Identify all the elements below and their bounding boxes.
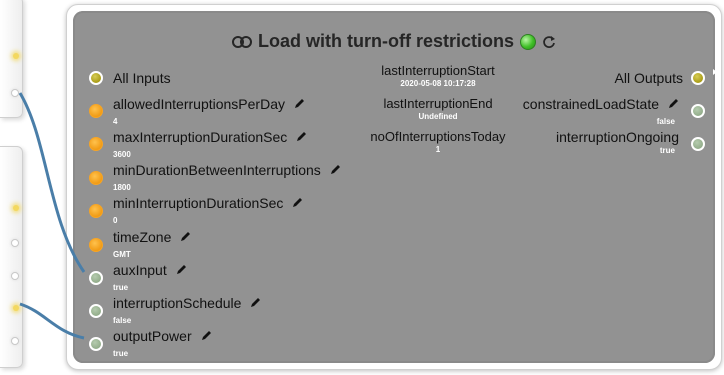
all-inputs-label: All Inputs [113,70,171,86]
attribute-value: Undefined [418,112,458,121]
pencil-icon[interactable] [329,164,341,176]
input-port[interactable] [89,171,103,185]
input-label: minDurationBetweenInterruptions [113,162,341,178]
pencil-icon[interactable] [200,330,212,342]
pencil-icon[interactable] [249,297,261,309]
input-port[interactable] [89,271,103,285]
output-name: interruptionOngoing [556,129,679,145]
output-name: constrainedLoadState [522,96,659,112]
input-value: 1800 [113,183,131,192]
background-port[interactable] [11,272,19,280]
background-port[interactable] [11,337,19,345]
input-name: outputPower [113,328,192,344]
refresh-icon[interactable] [542,35,556,49]
output-value: true [659,146,675,155]
output-value: false [656,117,675,126]
all-inputs-port[interactable] [89,71,103,85]
input-label: allowedInterruptionsPerDay [113,96,305,112]
input-name: maxInterruptionDurationSec [113,129,288,145]
attribute-label: lastInterruptionEnd [383,96,493,111]
background-port[interactable] [13,53,19,59]
input-label: auxInput [113,262,187,278]
toggle-icon[interactable] [232,35,252,48]
input-name: interruptionSchedule [113,295,242,311]
background-node-top[interactable] [0,0,23,118]
node-header: Load with turn-off restrictions [73,31,715,52]
input-name: timeZone [113,229,172,245]
input-value: 3600 [113,150,131,159]
input-value: true [113,283,129,292]
output-label: interruptionOngoing [556,129,679,145]
input-value: GMT [113,250,131,259]
input-value: true [113,349,129,358]
pencil-icon[interactable] [291,197,303,209]
input-label: outputPower [113,328,212,344]
all-outputs-label: All Outputs [614,70,683,86]
input-label: interruptionSchedule [113,295,261,311]
background-port[interactable] [13,305,19,311]
status-dot-icon [520,33,536,50]
node-body: Load with turn-off restrictions All Inpu… [73,11,715,363]
input-label: timeZone [113,229,191,245]
pencil-icon[interactable] [667,98,679,110]
input-port[interactable] [89,337,103,351]
output-arrow-icon [713,69,717,75]
input-port[interactable] [89,204,103,218]
input-name: minInterruptionDurationSec [113,195,284,211]
input-port[interactable] [89,238,103,252]
attribute-label: lastInterruptionStart [381,63,495,78]
node-title: Load with turn-off restrictions [258,31,514,51]
all-outputs-port[interactable] [691,71,705,85]
input-name: minDurationBetweenInterruptions [113,162,321,178]
background-port[interactable] [11,89,19,97]
input-port[interactable] [89,304,103,318]
pencil-icon[interactable] [175,264,187,276]
input-port[interactable] [89,137,103,151]
input-label: maxInterruptionDurationSec [113,129,307,145]
attribute-label: noOfInterruptionsToday [370,129,506,144]
pencil-icon[interactable] [293,98,305,110]
input-port[interactable] [89,104,103,118]
input-value: 0 [113,216,118,225]
output-port[interactable] [691,137,705,151]
pencil-icon[interactable] [179,231,191,243]
background-node-bottom[interactable] [0,146,23,368]
attribute-value: 1 [435,145,441,154]
input-value: false [113,316,132,325]
pencil-icon[interactable] [295,131,307,143]
input-name: allowedInterruptionsPerDay [113,96,285,112]
background-port[interactable] [11,239,19,247]
input-value: 4 [113,117,118,126]
background-port[interactable] [13,205,19,211]
input-label: minInterruptionDurationSec [113,195,303,211]
output-port[interactable] [691,104,705,118]
input-name: auxInput [113,262,167,278]
load-node[interactable]: Load with turn-off restrictions All Inpu… [66,4,722,370]
attribute-value: 2020-05-08 10:17:28 [400,79,476,88]
output-label: constrainedLoadState [523,96,679,112]
